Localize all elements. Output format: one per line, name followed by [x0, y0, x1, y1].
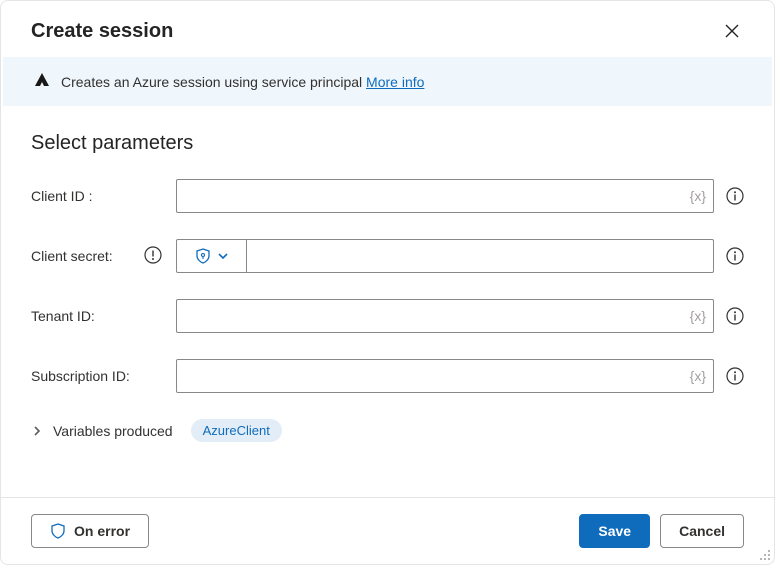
client-secret-help-button[interactable] — [726, 247, 744, 265]
chevron-right-icon — [31, 425, 43, 437]
shield-outline-icon — [50, 523, 66, 539]
tenant-id-row: Tenant ID: {x} — [31, 299, 744, 333]
secret-type-dropdown[interactable] — [176, 239, 246, 273]
banner-text: Creates an Azure session using service p… — [61, 74, 424, 90]
client-id-row: Client ID : {x} — [31, 179, 744, 213]
create-session-dialog: Create session Creates an Azure session … — [0, 0, 775, 565]
tenant-id-label: Tenant ID: — [31, 308, 95, 324]
dialog-title: Create session — [31, 20, 173, 43]
info-icon — [726, 367, 744, 385]
cancel-label: Cancel — [679, 523, 725, 539]
close-icon — [724, 23, 740, 39]
shield-icon — [195, 248, 211, 264]
variable-pill[interactable]: AzureClient — [191, 419, 282, 442]
subscription-id-help-button[interactable] — [726, 367, 744, 385]
azure-icon — [33, 71, 51, 92]
save-label: Save — [598, 523, 631, 539]
client-id-input[interactable] — [176, 179, 714, 213]
tenant-id-help-button[interactable] — [726, 307, 744, 325]
variables-toggle[interactable] — [31, 425, 43, 437]
section-title: Select parameters — [31, 132, 744, 155]
on-error-label: On error — [74, 523, 130, 539]
close-button[interactable] — [720, 19, 744, 43]
info-icon — [726, 247, 744, 265]
dialog-content: Select parameters Client ID : {x} Client… — [1, 106, 774, 497]
variables-label: Variables produced — [53, 423, 173, 439]
subscription-id-label: Subscription ID: — [31, 368, 130, 384]
dialog-footer: On error Save Cancel — [1, 497, 774, 564]
banner-description: Creates an Azure session using service p… — [61, 74, 362, 90]
client-secret-label: Client secret: — [31, 248, 113, 264]
more-info-link[interactable]: More info — [366, 74, 424, 90]
subscription-id-input[interactable] — [176, 359, 714, 393]
info-icon — [726, 307, 744, 325]
client-secret-row: Client secret: — [31, 239, 744, 273]
info-banner: Creates an Azure session using service p… — [3, 57, 772, 106]
save-button[interactable]: Save — [579, 514, 650, 548]
client-id-help-button[interactable] — [726, 187, 744, 205]
on-error-button[interactable]: On error — [31, 514, 149, 548]
variables-row: Variables produced AzureClient — [31, 419, 744, 442]
client-secret-input[interactable] — [246, 239, 714, 273]
dialog-header: Create session — [1, 1, 774, 57]
client-id-label: Client ID : — [31, 188, 92, 204]
cancel-button[interactable]: Cancel — [660, 514, 744, 548]
subscription-id-row: Subscription ID: {x} — [31, 359, 744, 393]
tenant-id-input[interactable] — [176, 299, 714, 333]
info-icon — [726, 187, 744, 205]
chevron-down-icon — [217, 250, 229, 262]
warning-icon — [144, 246, 162, 267]
